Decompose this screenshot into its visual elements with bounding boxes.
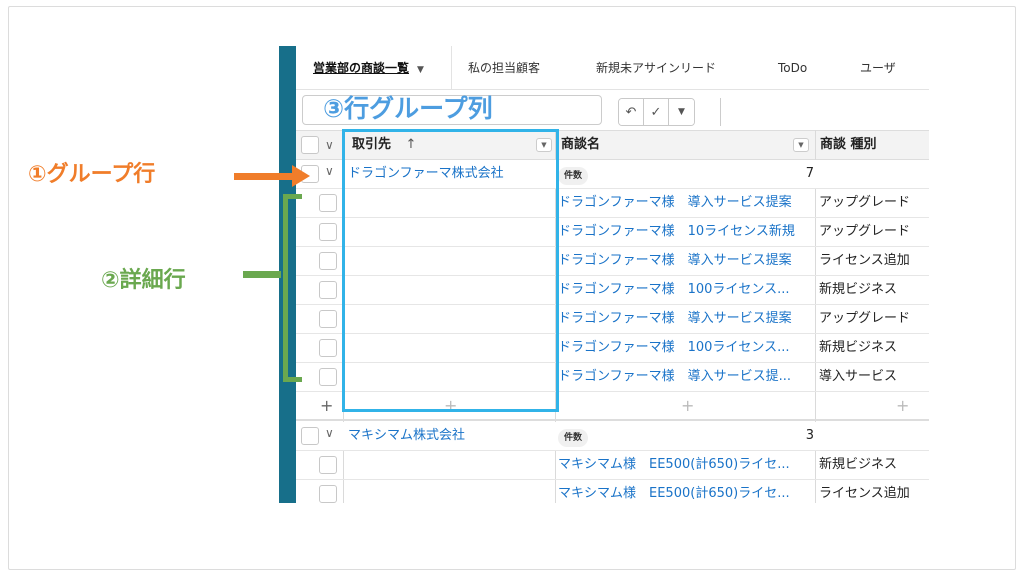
opportunity-link[interactable]: ドラゴンファーマ様 導入サービス提案	[558, 305, 814, 333]
opportunity-type: 新規ビジネス	[819, 282, 898, 297]
chevron-down-icon[interactable]: ∨	[325, 426, 334, 440]
tab-sales-opportunities[interactable]: 営業部の商談一覧 ▼	[313, 46, 424, 90]
row-checkbox[interactable]	[319, 194, 337, 212]
group-count: 7	[805, 166, 814, 181]
row-checkbox[interactable]	[319, 339, 337, 357]
opportunity-type: ライセンス追加	[819, 253, 910, 268]
connector-line	[243, 271, 281, 278]
undo-icon[interactable]: ↶	[619, 99, 644, 125]
row-checkbox[interactable]	[301, 427, 319, 445]
opportunity-link[interactable]: ドラゴンファーマ様 10ライセンス新規	[558, 218, 814, 246]
row-checkbox[interactable]	[319, 281, 337, 299]
column-header-opportunity[interactable]: 商談名	[561, 131, 600, 159]
check-icon[interactable]: ✓	[644, 99, 669, 125]
opportunity-type: ライセンス追加	[819, 486, 910, 501]
opportunity-type: 新規ビジネス	[819, 340, 898, 355]
column-label: 商談 種別	[820, 137, 877, 152]
group-account-link[interactable]: マキシマム株式会社	[348, 422, 465, 450]
column-highlight-box	[342, 129, 559, 412]
chevron-down-icon[interactable]: ∨	[325, 164, 334, 178]
annotation-detail-row: ②詳細行	[101, 268, 186, 293]
tab-label: 営業部の商談一覧	[313, 61, 410, 75]
opportunity-type: 導入サービス	[819, 369, 898, 384]
row-checkbox[interactable]	[319, 310, 337, 328]
opportunity-link[interactable]: マキシマム様 EE500(計650)ライセ...	[558, 480, 814, 503]
row-checkbox[interactable]	[319, 252, 337, 270]
detail-row[interactable]: マキシマム様 EE500(計650)ライセ... 新規ビジネス	[296, 451, 929, 480]
chevron-down-icon[interactable]: ▼	[669, 99, 694, 125]
count-badge: 件数	[558, 429, 589, 447]
opportunity-type: アップグレード	[819, 195, 911, 210]
tab-my-customers[interactable]: 私の担当顧客	[468, 46, 540, 90]
tab-unassigned-leads[interactable]: 新規未アサインリード	[596, 46, 716, 90]
chevron-down-icon[interactable]: ▼	[417, 65, 424, 75]
opportunity-link[interactable]: マキシマム様 EE500(計650)ライセ...	[558, 451, 814, 479]
opportunity-type: アップグレード	[819, 224, 911, 239]
chevron-down-icon[interactable]: ∨	[325, 131, 334, 159]
arrow-right-icon	[292, 165, 310, 187]
detail-row[interactable]: マキシマム様 EE500(計650)ライセ... ライセンス追加	[296, 480, 929, 503]
row-checkbox[interactable]	[319, 368, 337, 386]
row-checkbox[interactable]	[319, 223, 337, 241]
opportunity-type: アップグレード	[819, 311, 911, 326]
tab-divider	[451, 46, 452, 90]
column-header-type[interactable]: 商談 種別	[820, 131, 877, 159]
tab-bar: 営業部の商談一覧 ▼ 私の担当顧客 新規未アサインリード ToDo ユーザ	[296, 46, 929, 90]
group-row[interactable]: ∨ マキシマム株式会社 件数 3	[296, 422, 929, 451]
opportunity-link[interactable]: ドラゴンファーマ様 導入サービス提...	[558, 363, 814, 391]
count-badge: 件数	[558, 167, 589, 185]
add-icon[interactable]: +	[896, 392, 909, 420]
group-count: 3	[805, 428, 814, 443]
bracket-highlight	[283, 194, 302, 382]
opportunity-link[interactable]: ドラゴンファーマ様 導入サービス提案	[558, 189, 814, 217]
add-icon[interactable]: +	[681, 392, 694, 420]
opportunity-type: 新規ビジネス	[819, 457, 898, 472]
column-label: 商談名	[561, 137, 601, 152]
column-menu-icon[interactable]: ▼	[793, 138, 809, 152]
tab-label: ToDo	[778, 61, 808, 75]
add-row-icon[interactable]: +	[320, 392, 333, 420]
arrow-shaft	[234, 173, 294, 180]
edit-button-group: ↶ ✓ ▼	[618, 98, 695, 126]
select-all-checkbox[interactable]	[301, 136, 319, 154]
annotation-row-group-column: ③行グループ列	[323, 94, 493, 123]
row-checkbox[interactable]	[319, 485, 337, 503]
tab-users[interactable]: ユーザ	[860, 46, 896, 90]
tab-label: 新規未アサインリード	[596, 61, 717, 75]
opportunity-link[interactable]: ドラゴンファーマ様 100ライセンス...	[558, 276, 814, 304]
annotation-group-row: ①グループ行	[28, 162, 156, 187]
tab-todo[interactable]: ToDo	[778, 46, 807, 90]
toolbar-divider	[720, 98, 721, 126]
tab-label: ユーザ	[860, 61, 896, 75]
opportunity-link[interactable]: ドラゴンファーマ様 100ライセンス...	[558, 334, 814, 362]
opportunity-link[interactable]: ドラゴンファーマ様 導入サービス提案	[558, 247, 814, 275]
tab-label: 私の担当顧客	[468, 61, 541, 75]
row-checkbox[interactable]	[319, 456, 337, 474]
